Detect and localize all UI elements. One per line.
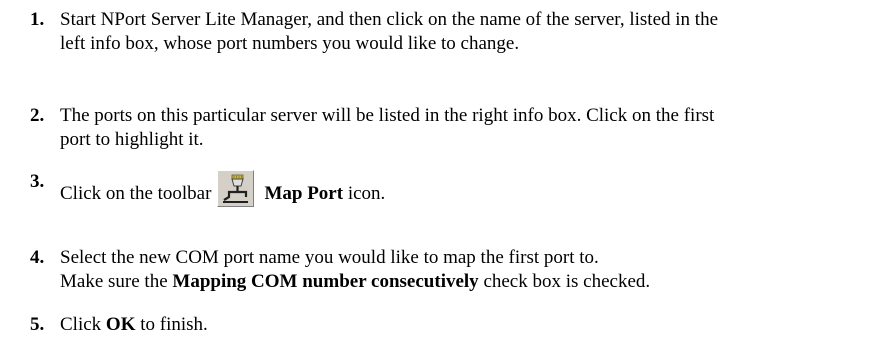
- step-text-bold: Map Port: [264, 183, 344, 204]
- map-port-icon: [217, 170, 255, 207]
- step-4: 4. Select the new COM port name you woul…: [30, 246, 887, 294]
- step-number: 5.: [30, 314, 45, 335]
- step-text-line: left info box, whose port numbers you wo…: [60, 33, 520, 54]
- step-number: 2.: [30, 105, 45, 126]
- step-3: 3. Click on the toolbar Map Port icon.: [30, 170, 887, 207]
- step-number: 1.: [30, 9, 45, 30]
- step-text-segment: to finish.: [135, 314, 208, 335]
- step-text: Click on the toolbar Map Port icon.: [60, 170, 887, 207]
- step-text-line: Start NPort Server Lite Manager, and the…: [60, 9, 718, 30]
- step-text: The ports on this particular server will…: [60, 104, 887, 152]
- step-text-line: Select the new COM port name you would l…: [60, 247, 599, 268]
- step-text: Click OK to finish.: [60, 313, 887, 337]
- step-text-line: Make sure the Mapping COM number consecu…: [60, 270, 887, 294]
- step-text: Start NPort Server Lite Manager, and the…: [60, 8, 887, 56]
- step-number: 3.: [30, 171, 45, 192]
- step-5: 5. Click OK to finish.: [30, 313, 887, 337]
- step-text-bold: Mapping COM number consecutively: [172, 271, 479, 292]
- step-text-line: port to highlight it.: [60, 129, 204, 150]
- step-1: 1. Start NPort Server Lite Manager, and …: [30, 8, 887, 56]
- step-text-segment: icon.: [343, 183, 386, 204]
- step-text-bold: OK: [105, 314, 136, 335]
- step-text: Select the new COM port name you would l…: [60, 246, 887, 294]
- step-number: 4.: [30, 247, 45, 268]
- step-text-segment: check box is checked.: [478, 271, 651, 292]
- step-text-segment: Click on the toolbar: [60, 183, 212, 204]
- step-text-line: Click on the toolbar Map Port icon.: [60, 170, 887, 207]
- step-text-line: The ports on this particular server will…: [60, 105, 715, 126]
- step-text-line: Click OK to finish.: [60, 313, 887, 337]
- step-text-segment: Make sure the: [60, 271, 173, 292]
- step-2: 2. The ports on this particular server w…: [30, 104, 887, 152]
- step-text-segment: Click: [60, 314, 106, 335]
